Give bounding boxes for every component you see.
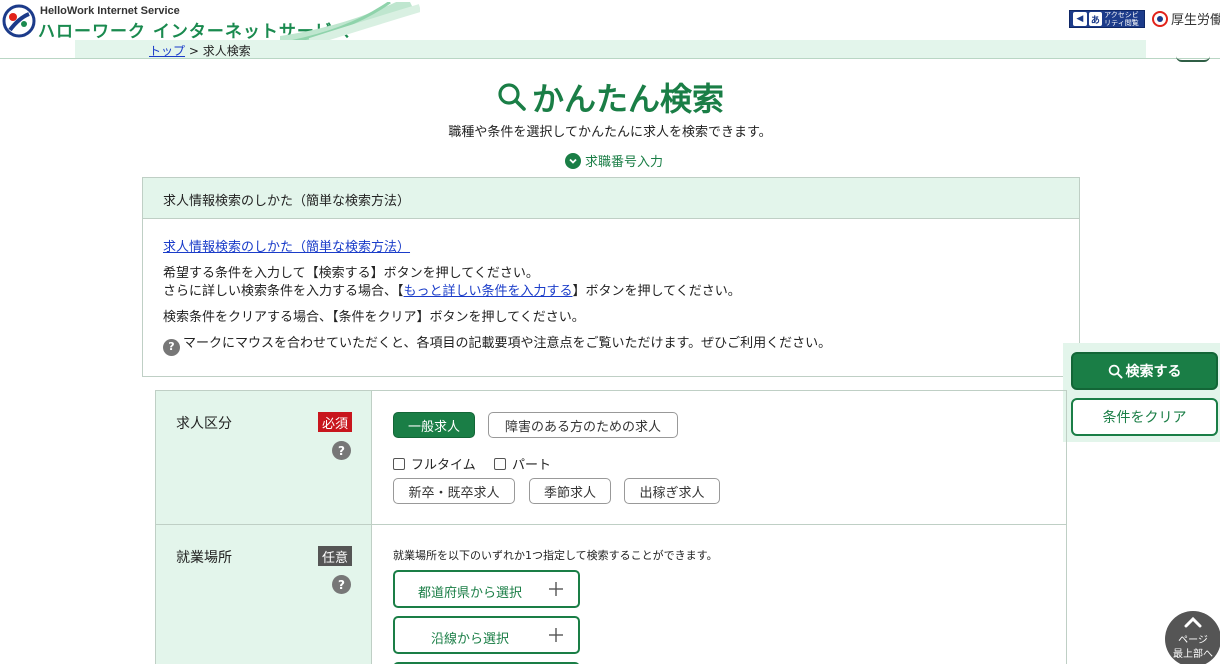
- page-title: かんたん検索: [0, 74, 1220, 120]
- corner-decoration: [1176, 56, 1210, 62]
- form-row-job-category: 求人区分 必須 ? 一般求人 障害のある方のための求人 フルタイム パート 新卒…: [156, 391, 1066, 525]
- clear-conditions-button[interactable]: 条件をクリア: [1071, 398, 1218, 436]
- header-divider: [0, 58, 1220, 59]
- page-top-label-1: ページ: [1178, 635, 1208, 646]
- select-prefecture-button[interactable]: 都道府県から選択: [393, 570, 580, 608]
- migrant-job-button[interactable]: 出稼ぎ求人: [624, 478, 720, 504]
- search-guide-link[interactable]: 求人情報検索のしかた（簡単な検索方法）: [163, 240, 410, 255]
- page-top-label-2: 最上部へ: [1173, 649, 1213, 660]
- ministry-name: 厚生労働省: [1171, 13, 1220, 28]
- help-line-2-post: 】ボタンを押してください。: [572, 284, 741, 299]
- parttime-label: パート: [512, 458, 552, 473]
- search-help-heading: 求人情報検索のしかた（簡単な検索方法）: [143, 178, 1079, 219]
- job-category-label-cell: 求人区分 必須 ?: [156, 391, 372, 524]
- seasonal-job-button[interactable]: 季節求人: [529, 478, 611, 504]
- chevron-up-icon: [1184, 616, 1202, 628]
- plus-icon: [549, 582, 563, 596]
- help-line-2: さらに詳しい検索条件を入力する場合、【もっと詳しい条件を入力する】ボタンを押して…: [163, 283, 1059, 301]
- fulltime-label: フルタイム: [411, 458, 476, 473]
- breadcrumb: トップ > 求人検索: [149, 42, 251, 59]
- parttime-checkbox[interactable]: パート: [494, 454, 551, 473]
- disability-job-button[interactable]: 障害のある方のための求人: [488, 412, 678, 438]
- speaker-icon: ◀: [1073, 12, 1087, 26]
- help-line-3: 検索条件をクリアする場合、【条件をクリア】ボタンを押してください。: [163, 310, 585, 325]
- job-seeker-number-label: 求職番号入力: [585, 155, 664, 170]
- advanced-search-link[interactable]: もっと詳しい条件を入力する: [404, 284, 573, 299]
- work-location-label-cell: 就業場所 任意 ?: [156, 525, 372, 664]
- logo-swoosh-decoration: [280, 2, 420, 42]
- breadcrumb-current: 求人検索: [202, 44, 251, 58]
- search-icon: [1108, 364, 1123, 379]
- page-title-text: かんたん検索: [531, 80, 724, 118]
- site-header: HelloWork Internet Service ハローワーク インターネッ…: [0, 0, 1220, 42]
- hellowork-logo-icon: [2, 4, 36, 38]
- help-line-4-text: マークにマウスを合わせていただくと、各項目の記載要項や注意点をご覧いただけます。…: [183, 336, 832, 351]
- accessibility-tool-button[interactable]: ◀ あ アクセシビリティ閲覧支援ツール: [1069, 10, 1145, 28]
- help-line-2-pre: さらに詳しい検索条件を入力する場合、【: [163, 284, 404, 299]
- search-help-body: 求人情報検索のしかた（簡単な検索方法） 希望する条件を入力して【検索する】ボタン…: [143, 219, 1079, 376]
- page-subtitle: 職種や条件を選択してかんたんに求人を検索できます。: [448, 125, 772, 140]
- search-help-panel: 求人情報検索のしかた（簡単な検索方法） 求人情報検索のしかた（簡単な検索方法） …: [142, 177, 1080, 377]
- logo-subtitle: HelloWork Internet Service: [40, 5, 180, 17]
- breadcrumb-separator: >: [185, 44, 203, 58]
- help-icon: ?: [163, 338, 180, 356]
- search-form: 求人区分 必須 ? 一般求人 障害のある方のための求人 フルタイム パート 新卒…: [155, 390, 1067, 664]
- help-line-1: 希望する条件を入力して【検索する】ボタンを押してください。: [163, 266, 539, 281]
- required-badge: 必須: [318, 412, 353, 432]
- breadcrumb-top-link[interactable]: トップ: [149, 44, 185, 58]
- select-train-line-button[interactable]: 沿線から選択: [393, 616, 580, 654]
- help-icon[interactable]: ?: [332, 441, 351, 460]
- search-button-label: 検索する: [1125, 364, 1182, 380]
- site-logo[interactable]: HelloWork Internet Service ハローワーク インターネッ…: [0, 2, 420, 42]
- help-icon[interactable]: ?: [332, 575, 351, 594]
- parttime-checkbox-box[interactable]: [494, 457, 506, 470]
- fulltime-checkbox[interactable]: フルタイム: [393, 454, 476, 473]
- fulltime-checkbox-box[interactable]: [393, 457, 405, 470]
- general-job-button[interactable]: 一般求人: [393, 412, 475, 438]
- plus-icon: [549, 628, 563, 642]
- page-top-button[interactable]: ページ 最上部へ: [1165, 611, 1220, 664]
- job-seeker-number-toggle[interactable]: 求職番号入力: [565, 151, 663, 170]
- search-button[interactable]: 検索する: [1071, 352, 1218, 390]
- chevron-down-icon: [565, 152, 581, 169]
- job-category-label: 求人区分: [176, 416, 232, 432]
- ministry-mark-icon: [1152, 10, 1168, 27]
- select-train-line-label: 沿線から選択: [430, 632, 509, 647]
- optional-badge: 任意: [318, 546, 353, 566]
- ministry-logo[interactable]: 厚生労働省: [1152, 9, 1220, 28]
- work-location-label: 就業場所: [176, 550, 232, 566]
- work-location-note: 就業場所を以下のいずれか1つ指定して検索することができます。: [393, 549, 718, 562]
- font-size-icon: あ: [1088, 12, 1103, 26]
- help-line-4: ? マークにマウスを合わせていただくと、各項目の記載要項や注意点をご覧いただけます…: [163, 335, 1059, 356]
- select-prefecture-label: 都道府県から選択: [417, 586, 522, 601]
- search-icon: [498, 83, 526, 111]
- accessibility-label: アクセシビリティ閲覧支援ツール: [1104, 11, 1139, 27]
- form-row-work-location: 就業場所 任意 ? 就業場所を以下のいずれか1つ指定して検索することができます。…: [156, 525, 1066, 664]
- new-graduate-job-button[interactable]: 新卒・既卒求人: [393, 478, 515, 504]
